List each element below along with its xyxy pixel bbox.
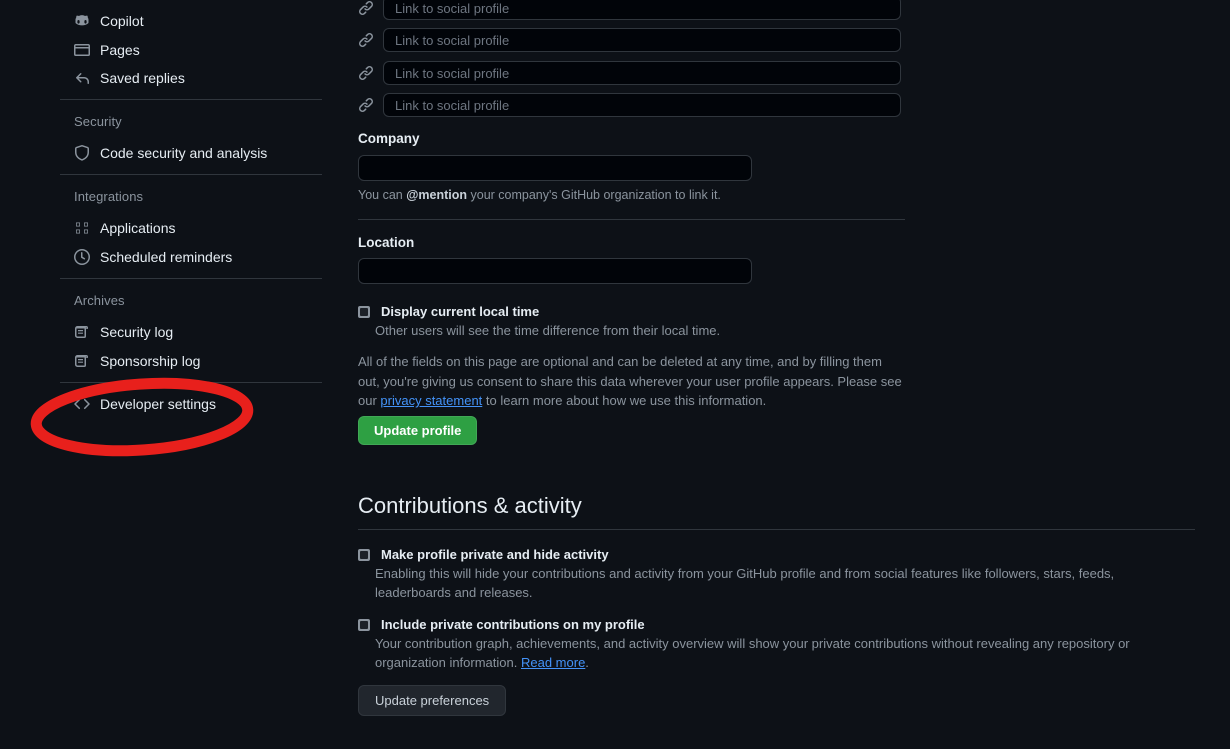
update-preferences-button[interactable]: Update preferences [358,685,507,716]
settings-page: Copilot Pages Saved replies Security Cod… [0,0,1230,749]
location-label: Location [358,235,415,250]
section-divider [358,529,1195,530]
link-icon [358,97,374,113]
link-icon [358,32,374,48]
location-input[interactable] [358,258,752,284]
display-local-time-row: Display current local time [358,303,539,321]
social-link-row [358,0,901,20]
social-profile-input-2[interactable] [383,28,901,52]
read-more-link[interactable]: Read more [521,655,585,670]
social-profile-input-4[interactable] [383,93,901,117]
company-helper-prefix: You can [358,188,407,202]
social-link-row [358,61,901,85]
include-private-contributions-row: Include private contributions on my prof… [358,616,645,634]
mention-keyword: @mention [406,188,468,202]
link-icon [358,0,374,16]
company-label: Company [358,131,420,146]
company-helper-text: You can @mention your company's GitHub o… [358,188,721,202]
display-local-time-checkbox[interactable] [358,306,370,318]
make-profile-private-description: Enabling this will hide your contributio… [375,566,1115,600]
section-divider [358,219,905,220]
make-profile-private-row: Make profile private and hide activity [358,546,609,564]
social-link-row [358,28,901,52]
profile-settings-main: Company You can @mention your company's … [0,0,1230,749]
contributions-heading: Contributions & activity [358,493,582,518]
include-private-contributions-checkbox[interactable] [358,619,370,631]
company-input[interactable] [358,155,752,181]
update-profile-button[interactable]: Update profile [358,416,478,445]
description-part-2: . [585,655,589,670]
make-profile-private-label: Make profile private and hide activity [381,547,609,562]
consent-part-2: to learn more about how we use this info… [482,393,767,408]
make-profile-private-checkbox[interactable] [358,549,370,561]
include-private-contributions-label: Include private contributions on my prof… [381,617,645,632]
social-link-row [358,93,901,117]
consent-text: All of the fields on this page are optio… [358,352,903,411]
description-part-1: Your contribution graph, achievements, a… [375,636,1130,670]
company-helper-suffix: your company's GitHub organization to li… [467,188,721,202]
link-icon [358,65,374,81]
display-local-time-description: Other users will see the time difference… [375,323,721,338]
display-local-time-label: Display current local time [381,304,540,319]
privacy-statement-link[interactable]: privacy statement [380,393,482,408]
include-private-contributions-description: Your contribution graph, achievements, a… [375,634,1195,672]
social-profile-input-1[interactable] [383,0,901,20]
social-profile-input-3[interactable] [383,61,901,85]
